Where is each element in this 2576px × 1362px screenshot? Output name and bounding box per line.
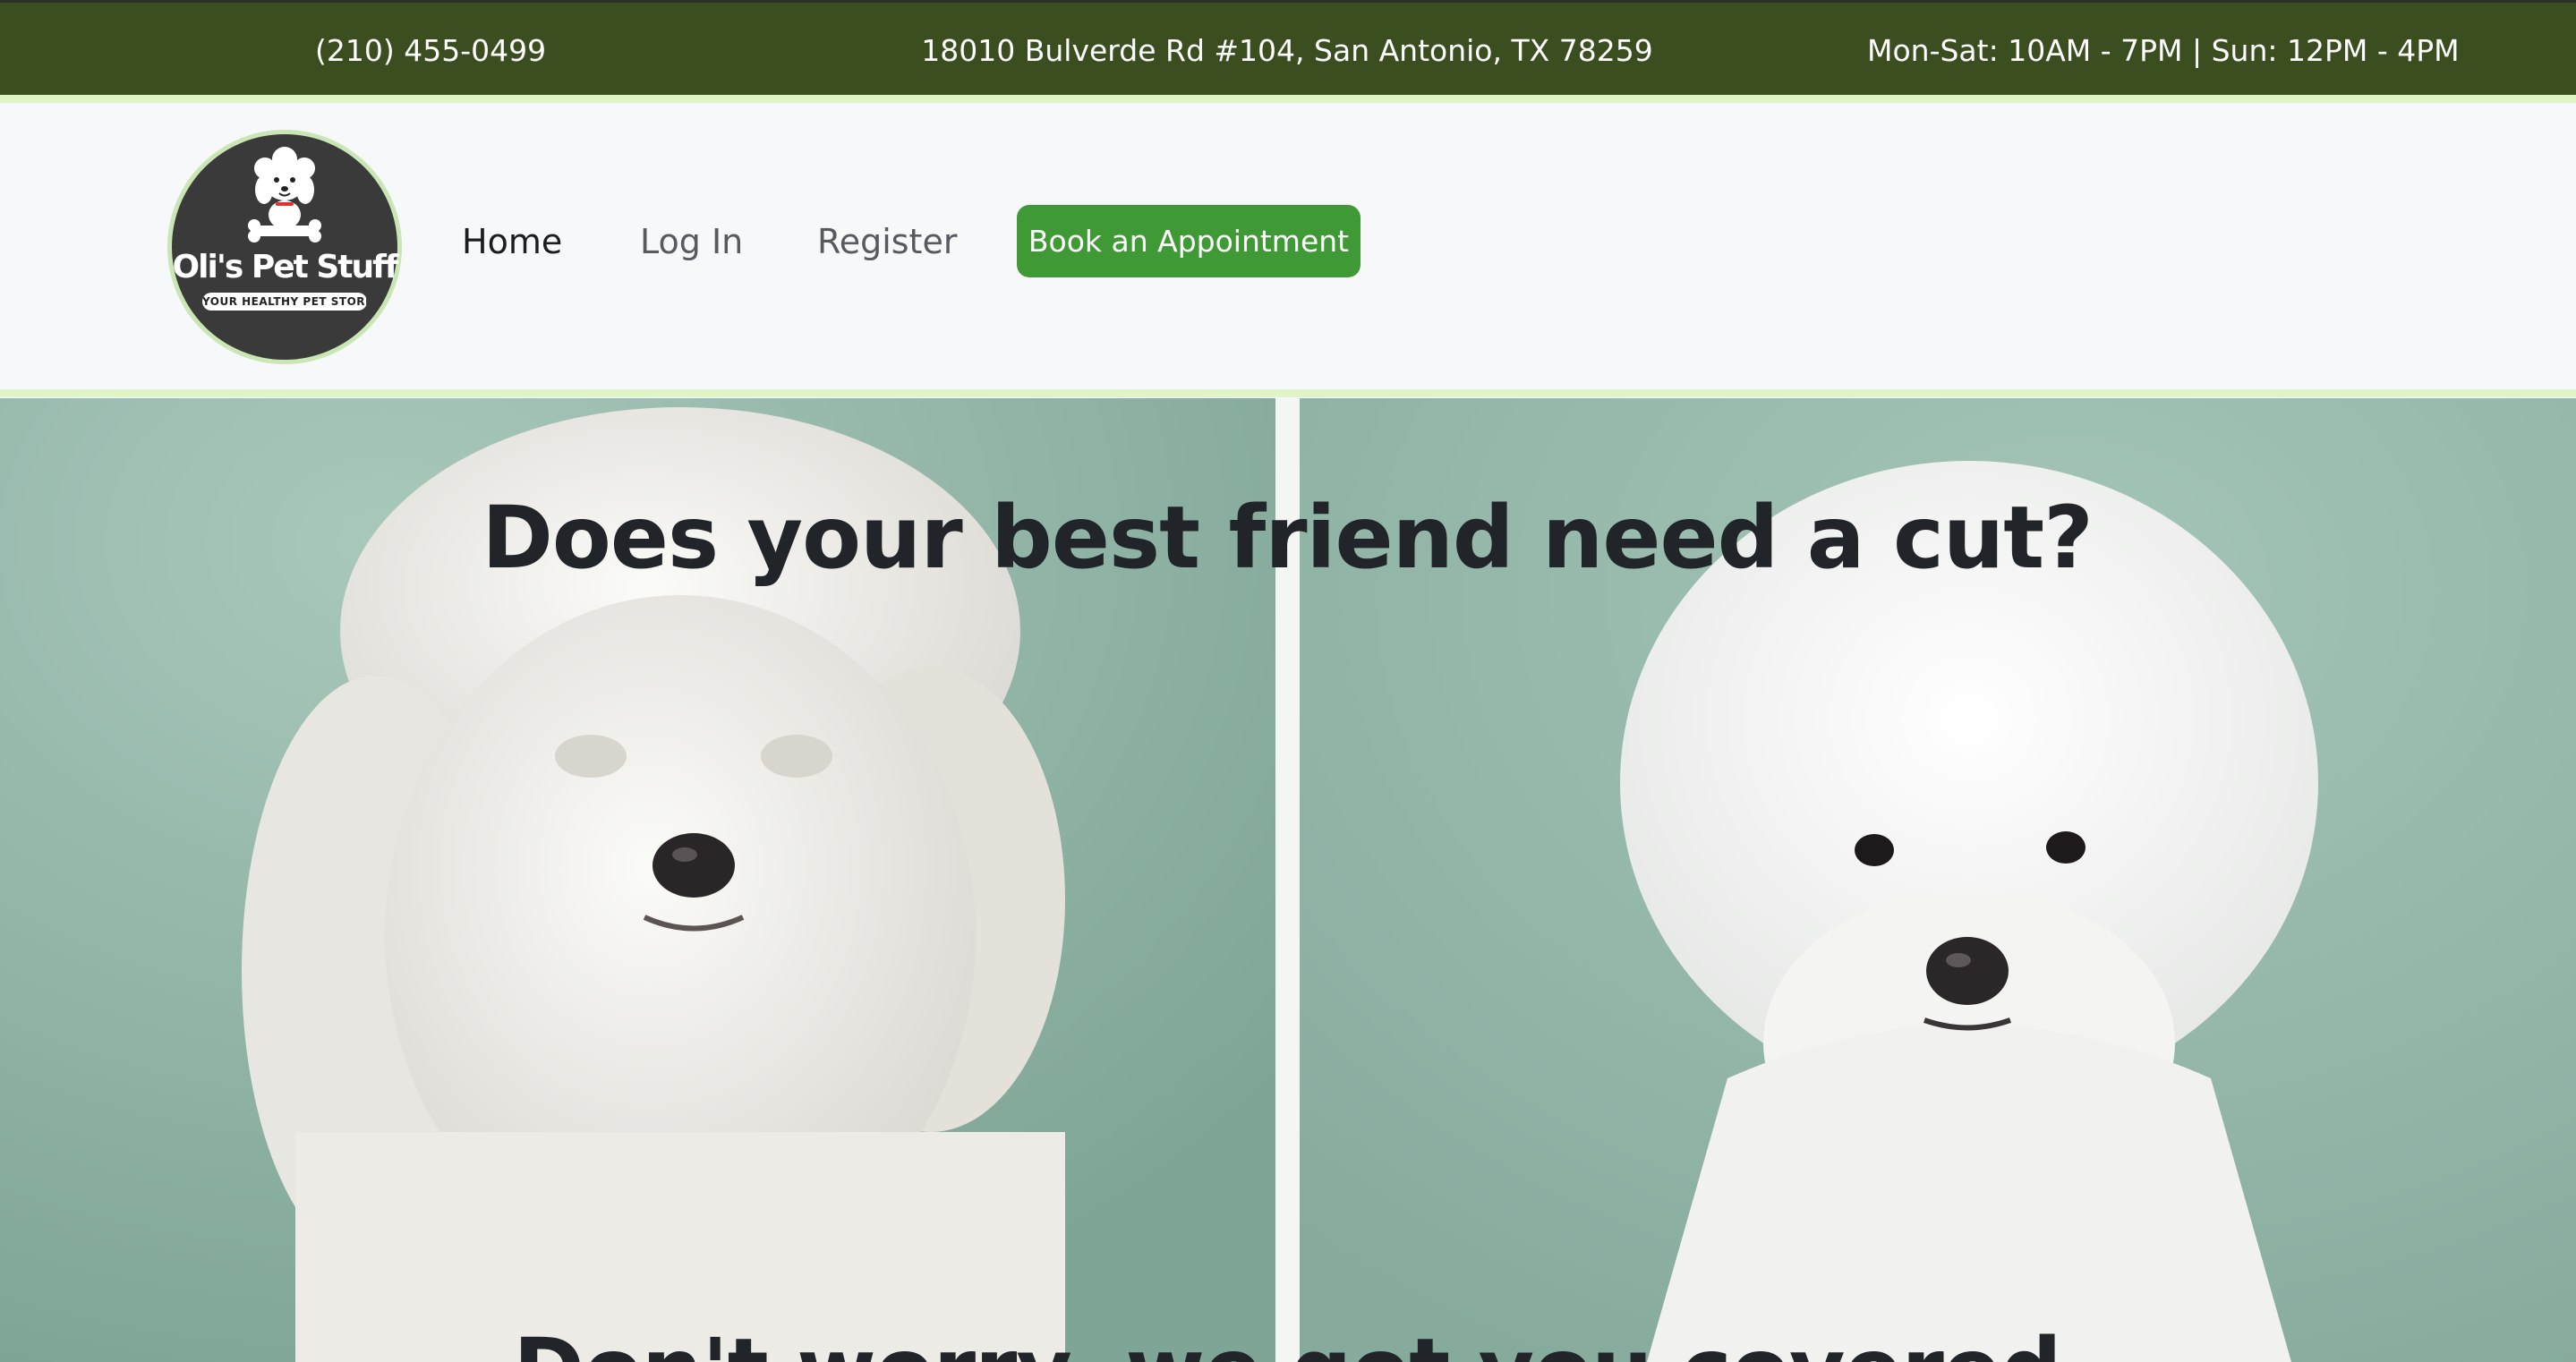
store-address: 18010 Bulverde Rd #104, San Antonio, TX … (921, 33, 1653, 68)
phone-number[interactable]: (210) 455-0499 (315, 33, 546, 68)
groomed-dog-illustration (1620, 461, 2318, 1362)
hero-subtitle: Don't worry, we got you covered (392, 1320, 2182, 1362)
site-logo[interactable]: Oli's Pet Stuff YOUR HEALTHY PET STORE (172, 134, 399, 360)
logo-tagline: YOUR HEALTHY PET STORE (202, 293, 367, 311)
hero-title: Does your best friend need a cut? (482, 488, 2094, 588)
nav-login[interactable]: Log In (640, 222, 743, 261)
top-info-bar: (210) 455-0499 18010 Bulverde Rd #104, S… (0, 0, 2576, 95)
store-hours: Mon-Sat: 10AM - 7PM | Sun: 12PM - 4PM (1867, 33, 2460, 68)
nav-register[interactable]: Register (817, 222, 957, 261)
nav-home[interactable]: Home (462, 222, 562, 261)
book-appointment-button[interactable]: Book an Appointment (1017, 205, 1361, 277)
dog-logo-icon (248, 147, 321, 243)
header-top-stripe (0, 95, 2576, 103)
hero-banner: Does your best friend need a cut? Don't … (0, 398, 2576, 1362)
logo-name: Oli's Pet Stuff (172, 249, 399, 285)
header-bottom-stripe (0, 389, 2576, 397)
